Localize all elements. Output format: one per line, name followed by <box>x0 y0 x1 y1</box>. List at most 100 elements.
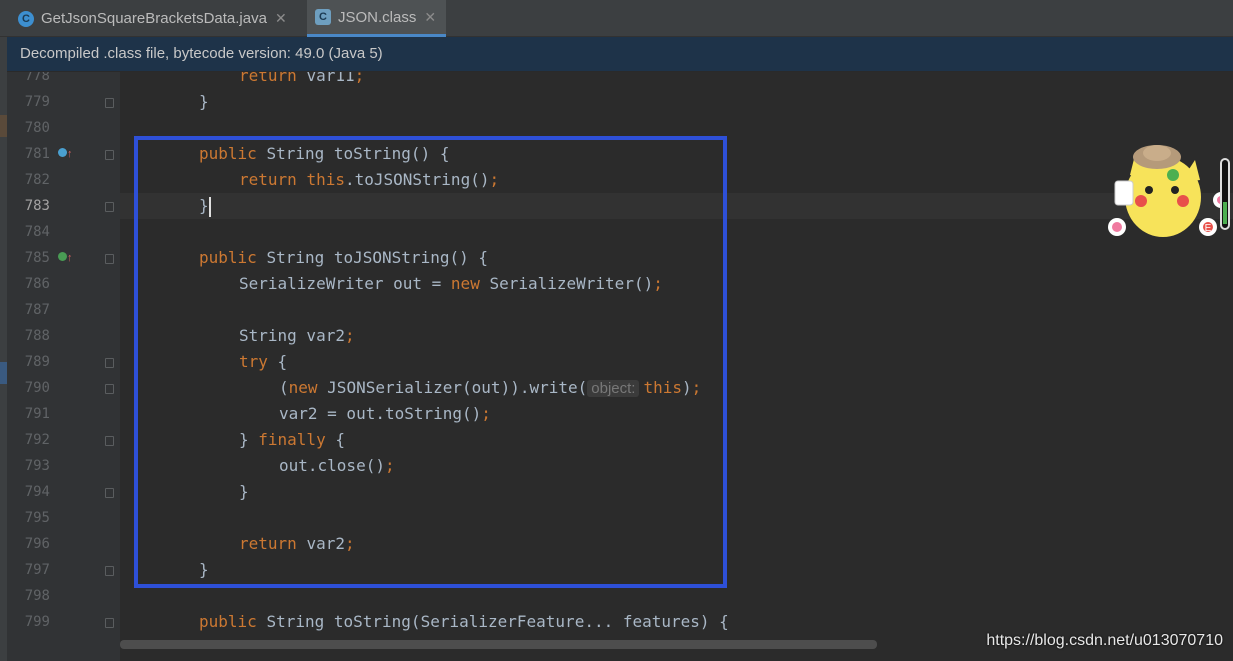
line-number[interactable]: 784 <box>7 219 50 245</box>
code-token: return <box>239 534 307 553</box>
override-method-icon[interactable]: ↑ <box>58 147 74 161</box>
code-token: SerializeWriter out = <box>239 274 451 293</box>
code-token: ; <box>354 72 365 85</box>
fold-marker-icon[interactable] <box>105 618 114 628</box>
line-number[interactable]: 781 <box>7 141 50 167</box>
fold-marker-icon[interactable] <box>105 254 114 264</box>
scrollbar-thumb[interactable] <box>1223 202 1227 224</box>
code-token: ; <box>691 378 702 397</box>
code-token: public <box>199 144 267 163</box>
code-line[interactable]: public String toJSONString() { <box>199 245 488 271</box>
code-line[interactable]: } <box>199 193 211 219</box>
line-number[interactable]: 780 <box>7 115 50 141</box>
code-line[interactable]: SerializeWriter out = new SerializeWrite… <box>239 271 663 297</box>
close-icon[interactable]: ✕ <box>275 10 287 27</box>
svg-text:E: E <box>1205 223 1212 234</box>
code-line[interactable]: return var11; <box>239 72 364 89</box>
code-token: ; <box>481 404 491 423</box>
code-token: SerializeWriter() <box>489 274 654 293</box>
horizontal-scrollbar[interactable] <box>120 640 877 649</box>
line-number[interactable]: 791 <box>7 401 50 427</box>
line-number[interactable]: 782 <box>7 167 50 193</box>
line-number[interactable]: 788 <box>7 323 50 349</box>
code-token: finally <box>258 430 336 449</box>
code-token: public <box>199 612 267 631</box>
code-line[interactable]: public String toString(SerializerFeature… <box>199 609 729 635</box>
fold-marker-icon[interactable] <box>105 150 114 160</box>
tab-json-class[interactable]: C JSON.class ✕ <box>307 0 446 37</box>
code-token: ; <box>384 456 395 475</box>
code-token: JSONSerializer(out)).write( <box>327 378 588 397</box>
fold-marker-icon[interactable] <box>105 488 114 498</box>
code-token: return <box>239 72 307 85</box>
code-token: var11 <box>306 72 355 85</box>
line-number-gutter[interactable]: 778 779 780 781 ↑ 782 783 784 785 ↑ 786 787 788 789 79… <box>7 72 120 661</box>
tool-strip-marker <box>0 115 7 137</box>
pikachu-mascot-sticker: E <box>1108 145 1229 237</box>
code-line[interactable]: String var2; <box>239 323 355 349</box>
line-number[interactable]: 794 <box>7 479 50 505</box>
line-number[interactable]: 789 <box>7 349 50 375</box>
editor-tab-bar: C GetJsonSquareBracketsData.java ✕ C JSO… <box>0 0 1233 37</box>
tool-strip-marker <box>0 362 7 384</box>
code-token: var2 <box>306 534 345 553</box>
code-token: this <box>306 170 345 189</box>
tab-getjsonsquarebracketsdata[interactable]: C GetJsonSquareBracketsData.java ✕ <box>10 0 305 37</box>
code-token: public <box>199 248 267 267</box>
code-token: ; <box>344 326 355 345</box>
fold-marker-icon[interactable] <box>105 566 114 576</box>
fold-marker-icon[interactable] <box>105 202 114 212</box>
code-line[interactable]: try { <box>239 349 287 375</box>
line-number[interactable]: 796 <box>7 531 50 557</box>
code-line[interactable]: } <box>199 557 209 583</box>
code-token: } <box>239 430 259 449</box>
fold-marker-icon[interactable] <box>105 358 114 368</box>
code-line[interactable]: return var2; <box>239 531 355 557</box>
code-token: var2 = out.toString() <box>279 404 482 423</box>
code-token: String toString() { <box>266 144 450 163</box>
code-token: String toString(SerializerFeature... fea… <box>266 612 729 631</box>
code-token: .toJSONString() <box>344 170 490 189</box>
line-number[interactable]: 786 <box>7 271 50 297</box>
code-token: String var2 <box>239 326 345 345</box>
tab-label: JSON.class <box>338 8 417 26</box>
code-token: out.close() <box>279 456 385 475</box>
line-number[interactable]: 783 <box>7 193 50 219</box>
code-editor[interactable]: return var11;} public String toString() {… <box>120 72 1233 661</box>
fold-marker-icon[interactable] <box>105 384 114 394</box>
vertical-scrollbar[interactable] <box>1220 158 1230 230</box>
line-number[interactable]: 779 <box>7 89 50 115</box>
fold-marker-icon[interactable] <box>105 98 114 108</box>
line-number[interactable]: 797 <box>7 557 50 583</box>
compiled-class-icon: C <box>315 9 331 25</box>
line-number[interactable]: 798 <box>7 583 50 609</box>
line-number[interactable]: 787 <box>7 297 50 323</box>
line-number[interactable]: 778 <box>7 72 50 89</box>
text-caret <box>208 196 211 217</box>
code-line[interactable]: public String toString() { <box>199 141 449 167</box>
left-tool-strip <box>0 0 7 661</box>
code-token: } <box>199 196 209 215</box>
code-line[interactable]: (new JSONSerializer(out)).write(object: t… <box>279 375 701 401</box>
code-line[interactable]: return this.toJSONString(); <box>239 167 499 193</box>
line-number[interactable]: 785 <box>7 245 50 271</box>
code-line[interactable]: } finally { <box>239 427 345 453</box>
code-line[interactable]: } <box>239 479 249 505</box>
code-line[interactable]: out.close(); <box>279 453 395 479</box>
line-number[interactable]: 792 <box>7 427 50 453</box>
line-number[interactable]: 795 <box>7 505 50 531</box>
code-token: new <box>450 274 490 293</box>
code-token: } <box>199 92 209 111</box>
decompiled-info-banner: Decompiled .class file, bytecode version… <box>7 37 1233 72</box>
code-line[interactable]: var2 = out.toString(); <box>279 401 491 427</box>
watermark-text: https://blog.csdn.net/u013070710 <box>986 632 1223 649</box>
code-token: ( <box>279 378 289 397</box>
line-number[interactable]: 790 <box>7 375 50 401</box>
close-icon[interactable]: ✕ <box>424 9 436 26</box>
line-number[interactable]: 799 <box>7 609 50 635</box>
implement-method-icon[interactable]: ↑ <box>58 251 74 265</box>
code-token: new <box>288 378 328 397</box>
code-line[interactable]: } <box>199 89 209 115</box>
line-number[interactable]: 793 <box>7 453 50 479</box>
fold-marker-icon[interactable] <box>105 436 114 446</box>
